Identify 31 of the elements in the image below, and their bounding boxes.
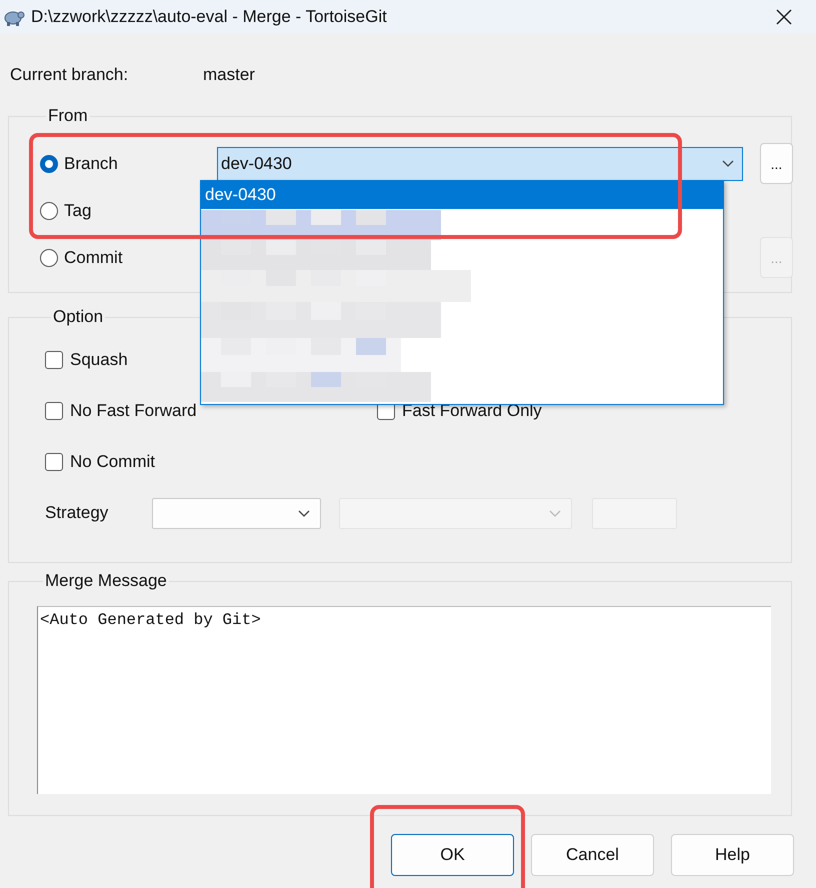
checkbox[interactable] xyxy=(45,351,63,369)
checkbox[interactable] xyxy=(45,402,63,420)
dialog-button[interactable]: OK xyxy=(391,834,514,876)
radio-label[interactable]: Commit xyxy=(64,248,123,268)
checkbox[interactable] xyxy=(45,453,63,471)
radio-label[interactable]: Branch xyxy=(64,154,118,174)
checkbox-label[interactable]: Squash xyxy=(70,350,128,370)
checkbox-label[interactable]: No Fast Forward xyxy=(70,400,197,420)
chevron-down-icon xyxy=(549,510,562,516)
group-title: Merge Message xyxy=(44,571,168,591)
browse-button[interactable]: ... xyxy=(760,143,793,184)
dialog-button[interactable]: Cancel xyxy=(531,834,654,876)
radio-button[interactable] xyxy=(40,202,58,220)
radio-label[interactable]: Tag xyxy=(64,200,92,220)
close-icon xyxy=(776,9,792,25)
branch-name: master xyxy=(203,65,255,85)
group-title: Option xyxy=(52,307,104,327)
radio-button[interactable] xyxy=(40,154,58,172)
message-field[interactable]: <Auto Generated by Git> xyxy=(37,606,771,794)
branch-dropdown[interactable]: dev-0430 xyxy=(217,146,743,180)
window-title: D:\zzwork\zzzzz\auto-eval - Merge - TortoiseGit xyxy=(31,7,388,27)
chevron-down-icon xyxy=(722,160,734,167)
checkbox-label[interactable]: No Commit xyxy=(70,452,156,472)
radio-button[interactable] xyxy=(40,248,58,266)
dialog-button[interactable]: Help xyxy=(671,834,794,876)
dropdown-item[interactable]: dev-0430 xyxy=(201,180,723,209)
chevron-down-icon xyxy=(298,510,310,516)
checkbox-label[interactable]: Fast Forward Only xyxy=(402,400,542,420)
field-label: Current branch: xyxy=(10,65,130,85)
field-label: Strategy xyxy=(45,503,110,523)
group-title: From xyxy=(47,106,89,126)
